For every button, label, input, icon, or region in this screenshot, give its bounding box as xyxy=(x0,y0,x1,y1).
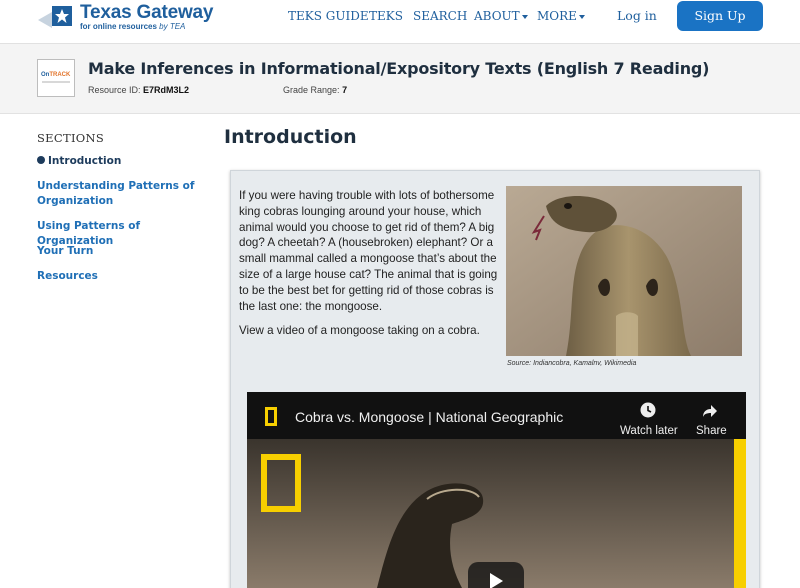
logo-subtitle-text: for online resources xyxy=(80,22,157,31)
watch-later-button[interactable]: Watch later xyxy=(620,425,678,437)
play-icon xyxy=(490,573,503,588)
chevron-down-icon xyxy=(521,14,528,19)
logo-subtitle: for online resources by TEA xyxy=(80,22,185,31)
resource-id-value: E7RdM3L2 xyxy=(143,85,190,95)
resource-title: Make Inferences in Informational/Exposit… xyxy=(88,59,710,78)
ontrack-badge: OnTRACK xyxy=(37,59,75,97)
video-title-bar: Cobra vs. Mongoose | National Geographic… xyxy=(247,392,746,439)
nav-more-label: MORE xyxy=(537,9,577,23)
sidebar-item-your-turn[interactable]: Your Turn xyxy=(37,244,207,259)
sidebar-item-resources[interactable]: Resources xyxy=(37,269,207,284)
nav-search[interactable]: SEARCH xyxy=(413,9,467,23)
grade-range-value: 7 xyxy=(342,85,348,95)
grade-range-label: Grade Range: xyxy=(283,85,340,95)
section-heading: Introduction xyxy=(224,126,357,148)
top-navigation-bar: Texas Gateway for online resources by TE… xyxy=(0,0,800,44)
nav-about-label: ABOUT xyxy=(474,9,520,23)
star-icon xyxy=(52,6,72,26)
video-intro-text: View a video of a mongoose taking on a c… xyxy=(239,324,480,337)
logo-title: Texas Gateway xyxy=(80,2,214,23)
badge-text-track: TRACK xyxy=(49,72,71,78)
resource-header: OnTRACK Make Inferences in Informational… xyxy=(0,44,800,114)
chevron-down-icon xyxy=(578,14,585,19)
logo-flag-shape xyxy=(38,12,52,28)
nav-more[interactable]: MORE xyxy=(537,9,585,23)
share-icon[interactable] xyxy=(702,403,718,419)
nav-teks[interactable]: TEKS xyxy=(369,9,403,23)
texas-gateway-logo[interactable]: Texas Gateway for online resources by TE… xyxy=(38,2,228,32)
sidebar-item-label: Introduction xyxy=(48,155,122,167)
clock-icon[interactable] xyxy=(640,402,656,418)
signup-button[interactable]: Sign Up xyxy=(677,1,763,31)
logo-by-text: by TEA xyxy=(159,22,186,31)
sidebar-item-understanding-patterns[interactable]: Understanding Patterns of Organization xyxy=(37,179,207,209)
resource-id: Resource ID: E7RdM3L2 xyxy=(88,85,189,95)
nav-about[interactable]: ABOUT xyxy=(474,9,528,23)
resource-id-label: Resource ID: xyxy=(88,85,141,95)
login-link[interactable]: Log in xyxy=(617,8,657,23)
cobra-photo xyxy=(506,186,742,356)
badge-text: OnTRACK xyxy=(41,72,70,78)
intro-paragraph: If you were having trouble with lots of … xyxy=(239,189,498,313)
video-title[interactable]: Cobra vs. Mongoose | National Geographic xyxy=(295,409,563,425)
image-caption: Source: Indiancobra, Kamalnv, Wikimedia xyxy=(507,360,637,367)
share-button[interactable]: Share xyxy=(696,425,727,437)
grade-range: Grade Range: 7 xyxy=(283,85,347,95)
sections-heading: SECTIONS xyxy=(37,131,105,145)
play-button[interactable] xyxy=(468,562,524,588)
nav-teks-guide[interactable]: TEKS GUIDE xyxy=(288,9,369,23)
national-geographic-logo-icon xyxy=(265,407,277,426)
active-section-dot xyxy=(37,156,45,164)
sidebar-item-introduction[interactable]: Introduction xyxy=(37,154,207,169)
badge-divider xyxy=(42,81,70,83)
video-player[interactable]: Cobra vs. Mongoose | National Geographic… xyxy=(247,392,746,588)
national-geographic-yellow-border xyxy=(734,439,746,588)
national-geographic-watermark-icon xyxy=(261,454,301,512)
